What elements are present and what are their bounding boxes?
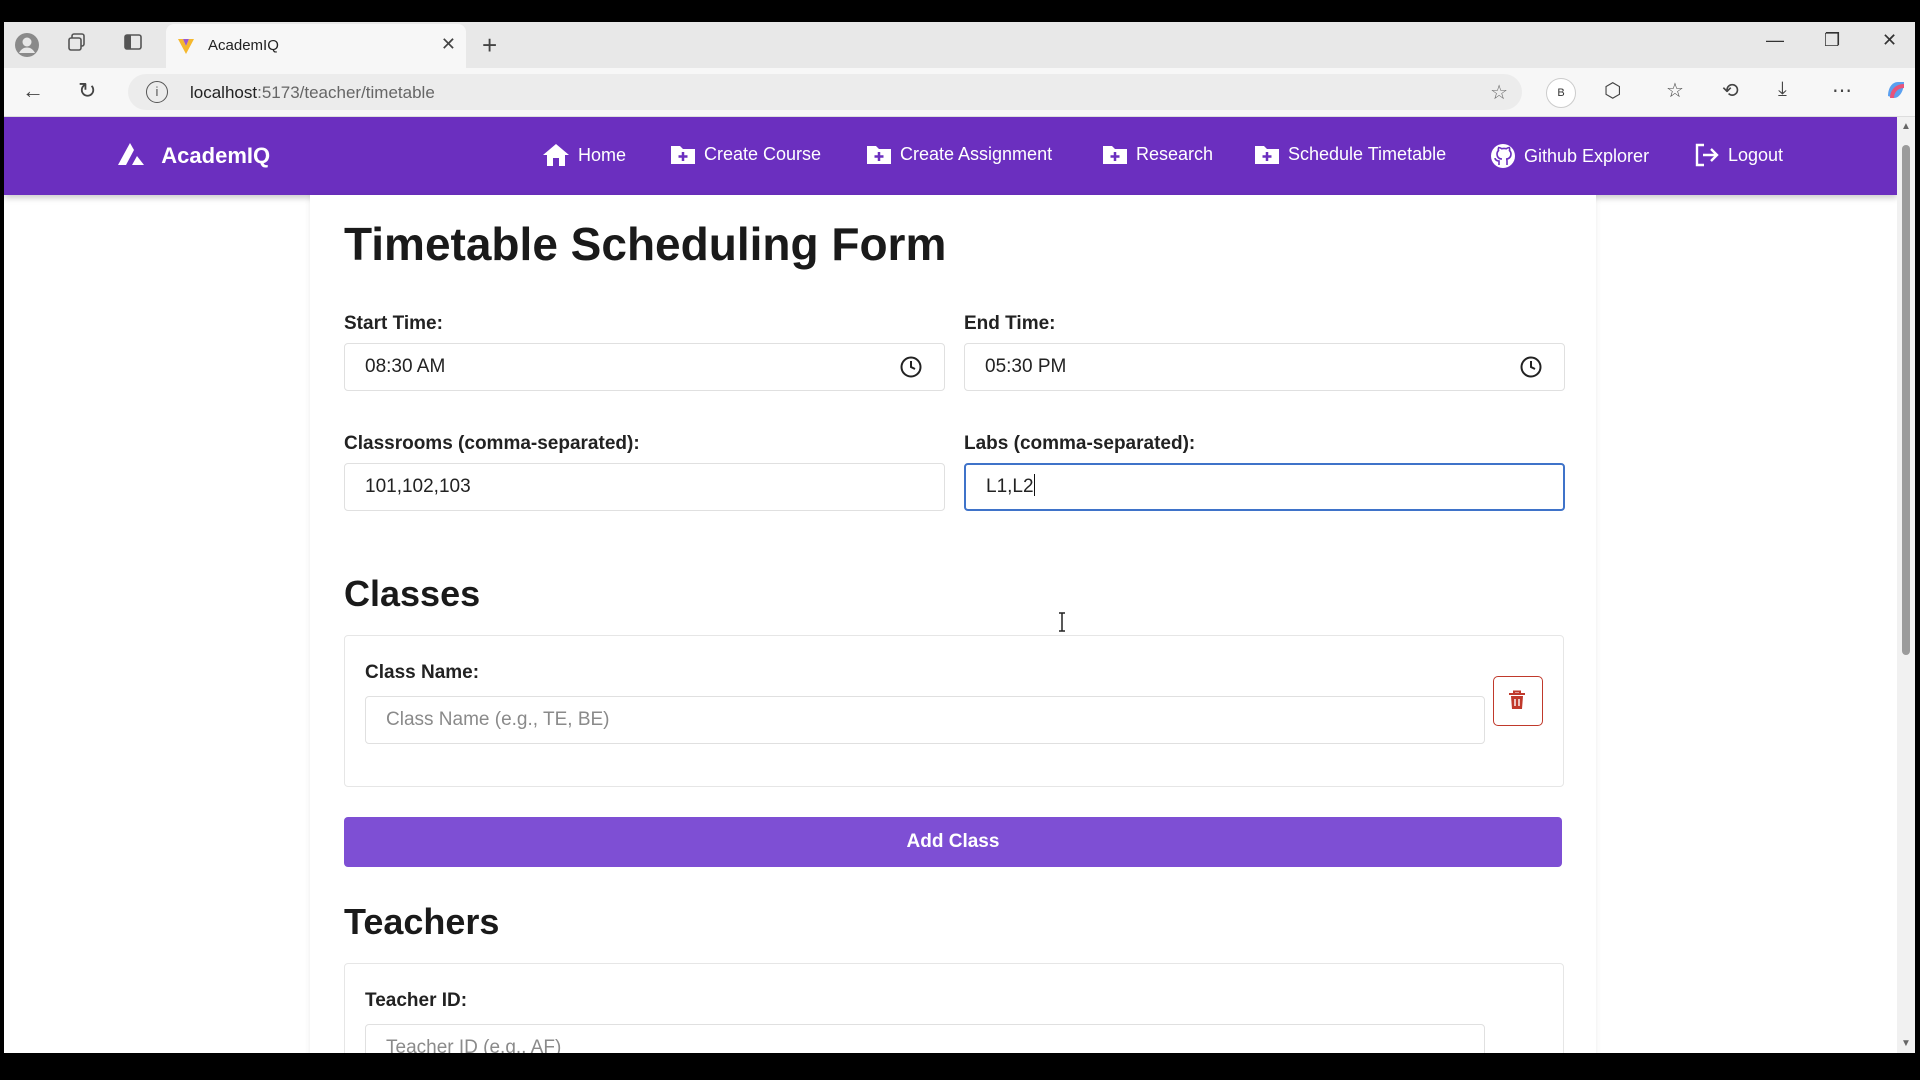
folder-plus-icon [1255, 146, 1279, 164]
labs-label: Labs (comma-separated): [964, 433, 1196, 454]
nav-create-course[interactable]: Create Course [670, 143, 821, 165]
trash-icon [1509, 690, 1525, 709]
profile-avatar[interactable]: B [1546, 78, 1576, 108]
nav-create-assignment-label: Create Assignment [900, 143, 1053, 164]
start-time-label: Start Time: [344, 313, 443, 334]
new-tab-icon[interactable]: + [482, 30, 497, 61]
labs-input[interactable]: L1,L2 [964, 463, 1565, 511]
nav-schedule-timetable[interactable]: Schedule Timetable [1254, 143, 1446, 165]
end-time-label: End Time: [964, 313, 1056, 334]
favorite-star-icon[interactable]: ☆ [1490, 80, 1508, 105]
url-text: localhost:5173/teacher/timetable [190, 83, 435, 103]
classes-heading: Classes [344, 573, 481, 614]
labs-value: L1,L2 [986, 476, 1034, 497]
teacher-id-label: Teacher ID: [365, 990, 468, 1011]
nav-create-course-label: Create Course [704, 143, 822, 164]
classrooms-value: 101,102,103 [365, 476, 471, 497]
class-entry-card: Class Name: Class Name (e.g., TE, BE) [344, 635, 1564, 787]
add-class-button[interactable]: Add Class [344, 817, 1562, 867]
nav-create-assignment[interactable]: Create Assignment [866, 143, 1052, 165]
nav-research-label: Research [1136, 143, 1214, 164]
scroll-down-icon[interactable]: ▼ [1901, 1038, 1911, 1049]
nav-research[interactable]: Research [1102, 143, 1213, 165]
teacher-id-placeholder: Teacher ID (e.g., AF) [386, 1037, 562, 1053]
nav-home-label: Home [578, 144, 627, 165]
tab-actions-icon[interactable] [120, 32, 146, 58]
nav-github-explorer-label: Github Explorer [1524, 145, 1650, 166]
page-scrollbar[interactable]: ▲ ▼ [1897, 117, 1915, 1053]
site-info-icon[interactable]: i [146, 81, 168, 103]
scroll-thumb[interactable] [1902, 145, 1910, 655]
copilot-icon[interactable] [1884, 78, 1908, 108]
scroll-up-icon[interactable]: ▲ [1901, 121, 1911, 132]
url-host: localhost [190, 83, 258, 102]
folder-plus-icon [867, 146, 891, 164]
github-icon [1491, 144, 1515, 168]
home-icon [543, 144, 569, 166]
academiq-favicon-icon [178, 39, 194, 54]
folder-plus-icon [1103, 146, 1127, 164]
back-icon[interactable]: ← [22, 78, 44, 104]
teacher-id-input[interactable]: Teacher ID (e.g., AF) [365, 1024, 1485, 1053]
text-cursor-icon [1059, 612, 1065, 632]
nav-home[interactable]: Home [542, 143, 626, 167]
delete-class-button[interactable] [1493, 676, 1543, 726]
profile-icon[interactable] [14, 32, 40, 58]
end-time-input[interactable]: 05:30 PM [964, 343, 1565, 391]
restore-icon[interactable]: ❐ [1824, 30, 1840, 51]
page-viewport: AcademIQ Home Create Course Create Assig… [4, 117, 1897, 1053]
academiq-logo-icon [118, 143, 144, 165]
close-window-icon[interactable]: ✕ [1882, 30, 1897, 51]
workspaces-icon[interactable] [64, 32, 90, 58]
history-icon[interactable]: ⟲ [1722, 78, 1739, 103]
teacher-entry-card: Teacher ID: Teacher ID (e.g., AF) [344, 963, 1564, 1053]
extensions-icon[interactable]: ⬡ [1604, 78, 1621, 103]
downloads-icon[interactable]: ⤓ [1778, 78, 1787, 101]
text-caret [1033, 474, 1035, 496]
tab-close-icon[interactable]: ✕ [441, 34, 456, 55]
end-time-value: 05:30 PM [985, 356, 1067, 377]
teachers-heading: Teachers [344, 901, 500, 942]
page-title: Timetable Scheduling Form [344, 218, 947, 270]
class-name-input[interactable]: Class Name (e.g., TE, BE) [365, 696, 1485, 744]
favorites-icon[interactable]: ☆ [1666, 78, 1684, 103]
browser-window: AcademIQ ✕ + — ❐ ✕ ← ↻ i localhost:5173/… [4, 22, 1915, 1053]
timetable-form-card: Timetable Scheduling Form Start Time: 08… [310, 195, 1596, 1053]
minimize-icon[interactable]: — [1766, 30, 1784, 51]
brand-name: AcademIQ [161, 143, 271, 168]
clock-icon[interactable] [1520, 356, 1542, 378]
class-name-label: Class Name: [365, 662, 480, 683]
nav-schedule-timetable-label: Schedule Timetable [1288, 143, 1447, 164]
nav-logout-label: Logout [1728, 144, 1784, 165]
nav-github-explorer[interactable]: Github Explorer [1490, 143, 1649, 169]
classrooms-label: Classrooms (comma-separated): [344, 433, 640, 454]
start-time-value: 08:30 AM [365, 356, 446, 377]
url-path: :5173/teacher/timetable [257, 83, 435, 102]
tab-title: AcademIQ [208, 37, 279, 54]
start-time-input[interactable]: 08:30 AM [344, 343, 945, 391]
url-field[interactable]: i localhost:5173/teacher/timetable ☆ [128, 74, 1522, 110]
address-bar-row: ← ↻ i localhost:5173/teacher/timetable ☆… [4, 68, 1915, 117]
nav-logout[interactable]: Logout [1694, 143, 1783, 167]
logout-icon [1695, 143, 1719, 167]
folder-plus-icon [671, 146, 695, 164]
tab-strip: AcademIQ ✕ + — ❐ ✕ [4, 22, 1915, 68]
brand[interactable]: AcademIQ [116, 141, 270, 169]
clock-icon[interactable] [900, 356, 922, 378]
more-menu-icon[interactable]: ⋯ [1832, 78, 1852, 103]
reload-icon[interactable]: ↻ [78, 78, 96, 104]
top-navigation: AcademIQ Home Create Course Create Assig… [4, 117, 1897, 195]
class-name-placeholder: Class Name (e.g., TE, BE) [386, 709, 610, 730]
classrooms-input[interactable]: 101,102,103 [344, 463, 945, 511]
tab-academiq[interactable]: AcademIQ ✕ [166, 24, 466, 68]
